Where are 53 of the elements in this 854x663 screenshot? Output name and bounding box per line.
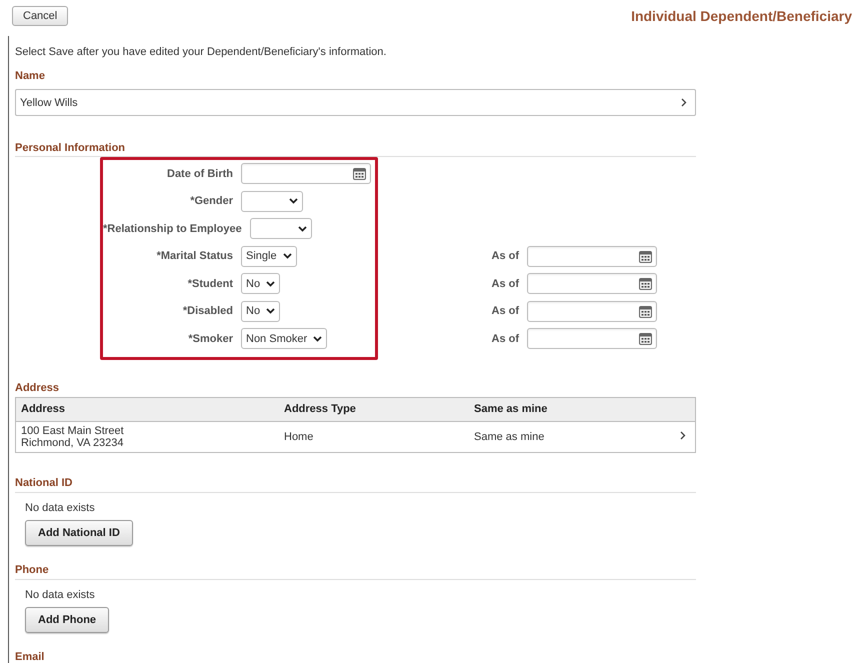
column-header: Same as mine xyxy=(474,403,548,415)
table-cell-text: 100 East Main Street Richmond, VA 23234 xyxy=(20,424,125,448)
date-field[interactable] xyxy=(527,273,657,294)
date-field[interactable] xyxy=(527,328,657,350)
section-heading: Email xyxy=(15,650,696,663)
dropdown[interactable]: No xyxy=(241,300,280,322)
chevron-down-icon xyxy=(298,226,307,232)
section-heading: Address xyxy=(15,382,60,394)
instruction-text: Select Save after you have edited your Dependent/Beneficiary's information. xyxy=(15,46,388,58)
table-cell-text: Home xyxy=(284,430,314,442)
field-label: *Disabled xyxy=(182,305,233,318)
section-heading: National ID xyxy=(15,476,696,492)
add-button[interactable]: Add Phone xyxy=(25,606,110,632)
chevron-right-icon xyxy=(680,430,686,440)
calendar-icon[interactable] xyxy=(353,167,366,180)
chevron-down-icon xyxy=(282,253,292,260)
page-title: Individual Dependent/Beneficiary xyxy=(631,8,852,24)
section-heading: Personal Information xyxy=(15,142,126,154)
add-button[interactable]: Add National ID xyxy=(25,520,133,546)
calendar-icon[interactable] xyxy=(639,277,652,290)
name-row[interactable]: Yellow Wills xyxy=(15,89,696,116)
field-label: Date of Birth xyxy=(166,168,233,180)
date-field[interactable] xyxy=(527,246,657,267)
calendar-icon[interactable] xyxy=(639,304,652,318)
column-header: Address xyxy=(20,403,66,415)
field-label: As of xyxy=(490,278,519,290)
field-label: *Gender xyxy=(189,195,233,208)
dropdown[interactable]: Non Smoker xyxy=(241,328,328,350)
section-heading: Name xyxy=(15,70,45,82)
date-field[interactable] xyxy=(241,163,371,184)
chevron-down-icon xyxy=(266,308,276,314)
field-label: As of xyxy=(490,332,519,345)
calendar-icon[interactable] xyxy=(639,332,652,346)
column-header: Address Type xyxy=(284,403,357,415)
field-label: As of xyxy=(490,305,519,318)
section-heading: Phone xyxy=(15,564,696,580)
dropdown[interactable]: Single xyxy=(241,246,297,267)
chevron-down-icon xyxy=(289,198,298,204)
empty-message: No data exists xyxy=(25,588,95,600)
chevron-right-icon xyxy=(681,98,687,107)
field-label: *Relationship to Employee xyxy=(103,222,242,235)
date-field[interactable] xyxy=(527,300,657,322)
table-cell-text: Same as mine xyxy=(474,430,546,442)
field-label: *Smoker xyxy=(187,332,233,345)
calendar-icon[interactable] xyxy=(639,250,652,263)
cancel-button[interactable]: Cancel xyxy=(12,6,68,26)
chevron-down-icon xyxy=(266,280,276,287)
field-label: As of xyxy=(490,250,519,262)
field-label: *Student xyxy=(186,278,233,290)
empty-message: No data exists xyxy=(25,502,95,514)
field-label: *Marital Status xyxy=(156,250,233,262)
chevron-down-icon xyxy=(313,336,322,342)
dropdown[interactable]: No xyxy=(241,273,280,294)
